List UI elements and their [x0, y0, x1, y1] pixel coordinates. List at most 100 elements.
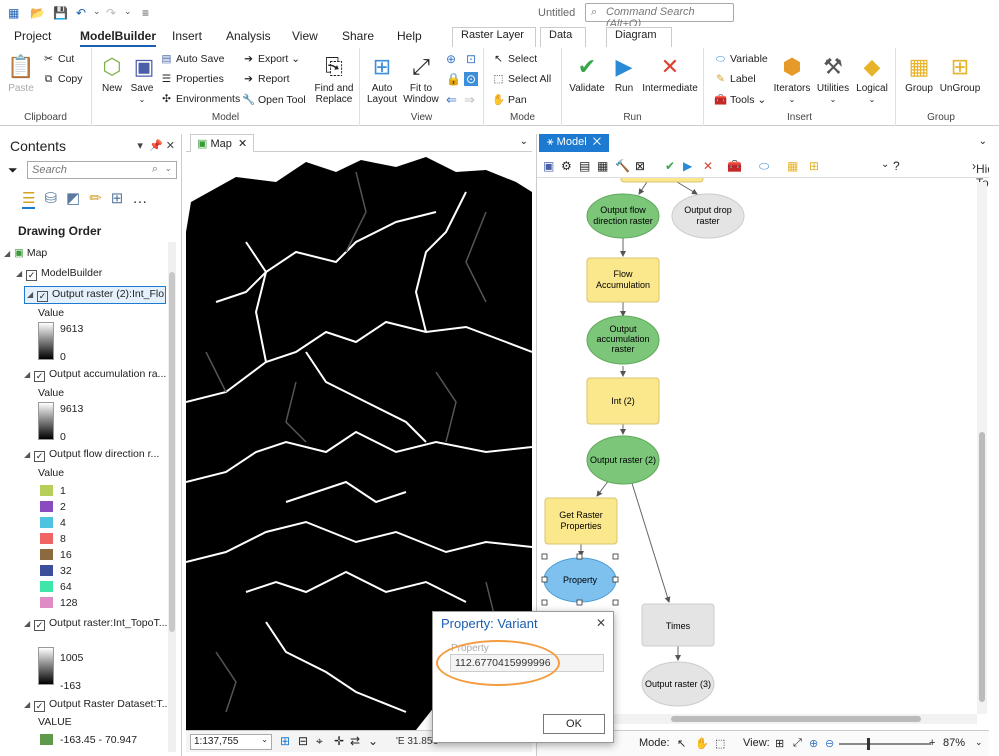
- tab-raster-layer[interactable]: Raster Layer: [452, 27, 536, 47]
- validate-button[interactable]: ✔ Validate: [566, 52, 608, 94]
- redo-dropdown-icon[interactable]: ⌄: [124, 6, 132, 17]
- model-node-property[interactable]: Property: [541, 553, 619, 606]
- model-node-int-2[interactable]: Int (2): [586, 377, 660, 425]
- tool-node-previous[interactable]: [620, 178, 704, 183]
- scrollbar-thumb[interactable]: [169, 272, 175, 632]
- pin-icon[interactable]: 📌: [149, 140, 163, 152]
- copy-button[interactable]: ⧉ Copy: [42, 73, 83, 86]
- close-icon[interactable]: ✕: [166, 140, 175, 152]
- checkbox[interactable]: ✓: [26, 270, 37, 281]
- model-node-output-flow-direction[interactable]: Output flow direction raster: [586, 193, 660, 239]
- options-dropdown-icon[interactable]: ▾: [137, 140, 143, 152]
- expand-icon[interactable]: ◢: [24, 450, 34, 459]
- save-icon[interactable]: ▣: [543, 159, 554, 173]
- open-tool-icon[interactable]: 🔨: [615, 159, 630, 173]
- tab-view[interactable]: View: [292, 29, 318, 43]
- iterators-button[interactable]: ⬢ Iterators ⌄: [772, 52, 812, 105]
- forward-icon[interactable]: ⇒: [464, 92, 475, 108]
- run-button[interactable]: ▶ Run: [610, 52, 638, 94]
- tab-project[interactable]: Project: [14, 29, 51, 43]
- scale-tool-icon[interactable]: ⊟: [298, 734, 308, 748]
- zoom-in-icon[interactable]: ⊕: [809, 737, 818, 750]
- play-icon[interactable]: ▶: [683, 159, 692, 173]
- selection-icon[interactable]: ◩: [66, 190, 80, 207]
- zoom-to-selection-icon[interactable]: ⊡: [466, 52, 476, 66]
- scrollbar-thumb[interactable]: [979, 432, 985, 702]
- model-node-times[interactable]: Times: [641, 603, 715, 647]
- find-replace-button[interactable]: ⎘ Find and Replace: [312, 52, 356, 105]
- model-node-get-raster-properties[interactable]: Get Raster Properties: [544, 497, 618, 545]
- tab-data[interactable]: Data: [540, 27, 586, 47]
- x-icon[interactable]: ✕: [703, 159, 713, 173]
- chevron-down-icon[interactable]: ⌄: [975, 737, 983, 748]
- refresh-icon[interactable]: ⇄: [350, 734, 360, 748]
- expand-icon[interactable]: ◢: [24, 619, 34, 628]
- auto-layout-icon[interactable]: ⊞: [775, 737, 784, 750]
- auto-layout-button[interactable]: ⊞ Auto Layout: [366, 52, 398, 105]
- pan-zoom-icon[interactable]: ⊙: [464, 72, 479, 86]
- label-button[interactable]: ✎ Label: [714, 73, 756, 85]
- undo-icon[interactable]: ↶: [76, 6, 86, 20]
- checkbox[interactable]: ✓: [34, 701, 45, 712]
- tab-diagram[interactable]: Diagram: [606, 27, 672, 47]
- export-button[interactable]: ➔ Export ⌄: [242, 53, 300, 65]
- scrollbar-thumb[interactable]: [671, 716, 921, 722]
- chevron-down-icon[interactable]: ⌄: [520, 136, 528, 147]
- pan-button[interactable]: ✋ Pan: [492, 93, 527, 106]
- tab-analysis[interactable]: Analysis: [226, 29, 271, 43]
- contents-search-input[interactable]: Search ⌕ ⌄: [27, 161, 177, 179]
- group-button[interactable]: ▦ Group: [902, 52, 936, 94]
- report-icon[interactable]: ▤: [579, 159, 590, 173]
- customize-toolbar-icon[interactable]: ≡: [142, 6, 149, 20]
- utilities-button[interactable]: ⚒ Utilities ⌄: [814, 52, 852, 105]
- coordinate-dropdown-icon[interactable]: ⌄: [368, 734, 378, 748]
- expand-icon[interactable]: ◢: [16, 269, 26, 278]
- tree-item-layer-output-raster-2[interactable]: ◢ ✓ Output raster (2):Int_Flo...: [24, 286, 166, 304]
- expand-icon[interactable]: ◢: [27, 290, 37, 299]
- more-icon[interactable]: …: [132, 190, 147, 207]
- new-model-button[interactable]: ⬡ New: [98, 52, 126, 94]
- cut-button[interactable]: ✂ Cut: [42, 53, 74, 65]
- hide-toolbar-button[interactable]: › Hide Toolbar: [972, 159, 999, 190]
- expand-icon[interactable]: ◢: [4, 249, 14, 258]
- navigate-icon[interactable]: ✛: [334, 734, 344, 748]
- lock-icon[interactable]: 🔒: [446, 72, 461, 86]
- ungroup-button[interactable]: ⊞ UnGroup: [938, 52, 982, 94]
- checkmark-icon[interactable]: ✔: [665, 159, 675, 173]
- toolbox-icon[interactable]: 🧰: [727, 159, 742, 173]
- zoom-slider-thumb[interactable]: [867, 738, 870, 750]
- help-icon[interactable]: ?: [893, 159, 900, 173]
- open-tool-button[interactable]: 🔧 Open Tool: [242, 93, 306, 106]
- open-project-icon[interactable]: 📂: [30, 6, 45, 20]
- tree-item-map[interactable]: ◢ ▣ Map: [4, 247, 47, 259]
- grid-icon[interactable]: ⊞: [280, 734, 290, 748]
- checkbox[interactable]: ✓: [34, 620, 45, 631]
- map-scale-input[interactable]: 1:137,755 ⌄: [190, 734, 272, 750]
- intermediate-button[interactable]: ✕ Intermediate: [640, 52, 700, 94]
- snapping-icon[interactable]: ⊞: [111, 190, 124, 207]
- tree-item-layer-output-flow-direction[interactable]: ◢ ✓ Output flow direction r...: [24, 448, 159, 462]
- environments-button[interactable]: ✣ Environments: [160, 93, 240, 105]
- model-vertical-scrollbar[interactable]: [977, 182, 987, 714]
- drawing-order-icon[interactable]: ☰: [22, 190, 36, 209]
- model-node-flow-accumulation[interactable]: Flow Accumulation: [586, 257, 660, 303]
- select-all-mode-icon[interactable]: ⬚: [715, 737, 725, 750]
- tab-modelbuilder[interactable]: ModelBuilder: [80, 29, 157, 47]
- tab-map[interactable]: ▣ Map ✕: [190, 134, 255, 152]
- contents-scrollbar[interactable]: [168, 242, 176, 752]
- select-all-button[interactable]: ⬚ Select All: [492, 73, 552, 85]
- properties-icon[interactable]: ⚙: [561, 159, 572, 173]
- data-source-icon[interactable]: ⛁: [44, 190, 57, 207]
- pan-mode-icon[interactable]: ✋: [695, 737, 709, 750]
- zoom-out-icon[interactable]: ⊖: [825, 737, 834, 750]
- tab-model[interactable]: ⚹ Model ✕: [539, 134, 610, 152]
- zoom-plus-icon[interactable]: +: [929, 737, 935, 749]
- undo-dropdown-icon[interactable]: ⌄: [93, 6, 101, 17]
- snap-icon[interactable]: ⌖: [316, 734, 323, 749]
- close-icon[interactable]: ✕: [596, 616, 606, 630]
- model-node-output-accumulation[interactable]: Output accumulation raster: [586, 315, 660, 365]
- group-icon[interactable]: ▦: [787, 159, 798, 173]
- report-button[interactable]: ➔ Report: [242, 73, 289, 85]
- tab-help[interactable]: Help: [397, 29, 422, 43]
- chevron-down-icon[interactable]: ⌄: [164, 163, 172, 174]
